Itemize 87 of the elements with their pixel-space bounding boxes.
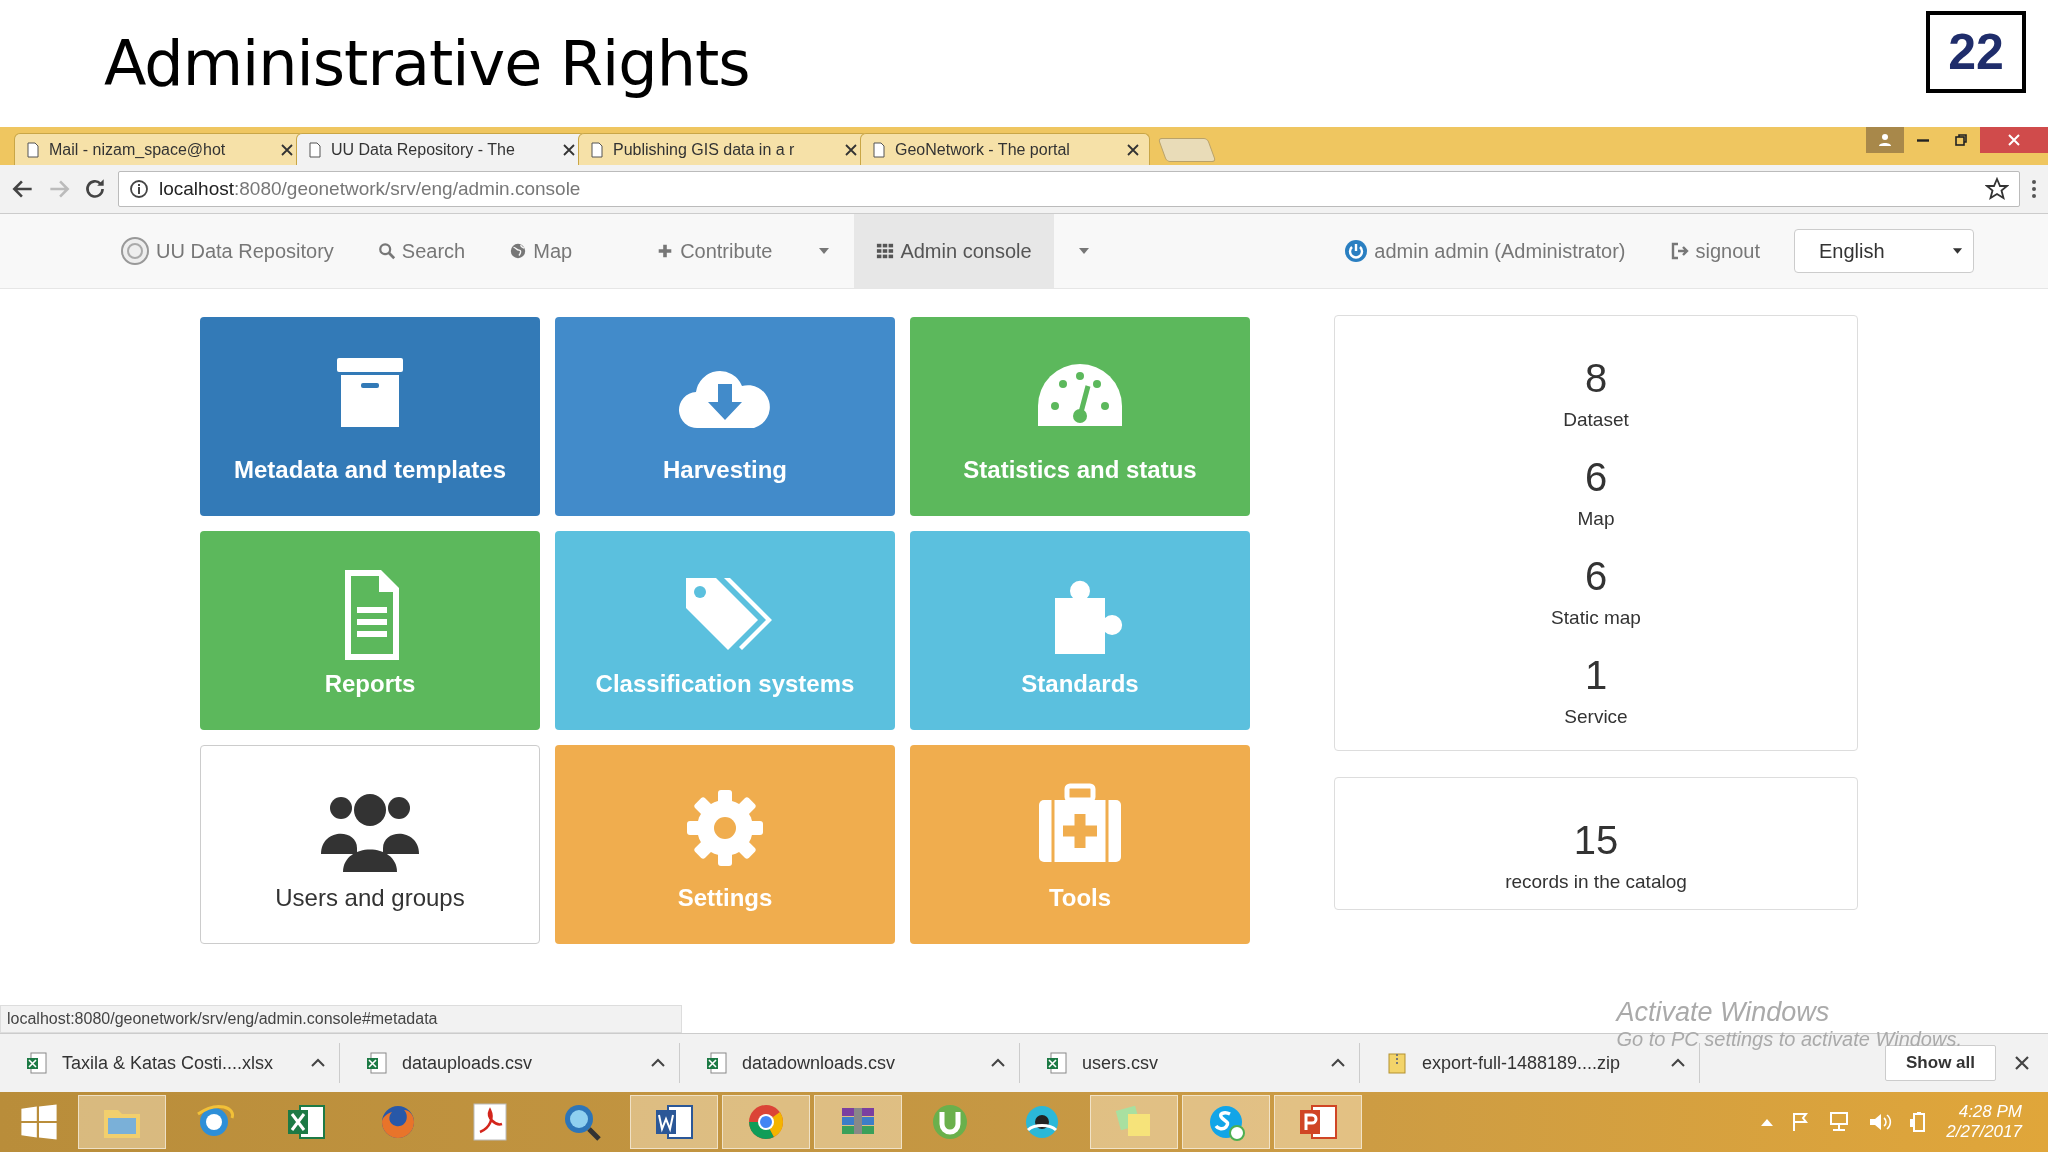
close-icon[interactable] xyxy=(563,143,575,156)
brand-link[interactable]: UU Data Repository xyxy=(98,214,356,288)
tab-title: UU Data Repository - The xyxy=(331,140,516,159)
stat-label: Map xyxy=(1577,508,1615,530)
star-icon[interactable] xyxy=(1985,177,2009,201)
address-field[interactable]: localhost:8080/geonetwork/srv/eng/admin.console xyxy=(118,171,2020,207)
stat-value: 6 xyxy=(1584,554,1608,599)
download-item[interactable]: datauploads.csv xyxy=(340,1043,680,1083)
caret-icon xyxy=(818,247,831,255)
slide-title: Administrative Rights xyxy=(104,27,750,100)
total-label: records in the catalog xyxy=(1505,871,1687,893)
taskbar-app[interactable] xyxy=(1274,1095,1362,1149)
chevron-up-icon[interactable] xyxy=(651,1058,665,1068)
admin-tile[interactable]: Reports xyxy=(200,531,540,730)
spreadsheet-icon xyxy=(26,1052,48,1074)
profile-button[interactable] xyxy=(1866,127,1904,153)
language-select[interactable]: English xyxy=(1794,229,1974,273)
nav-link[interactable]: Search xyxy=(355,214,488,288)
url-text: localhost:8080/geonetwork/srv/eng/admin.console xyxy=(159,178,581,200)
menu-icon[interactable] xyxy=(2030,177,2038,201)
file-name: Taxila & Katas Costi....xlsx xyxy=(62,1052,275,1074)
page-icon xyxy=(25,141,41,158)
admin-tile[interactable]: Harvesting xyxy=(555,317,895,516)
stat-value: 1 xyxy=(1584,653,1608,698)
admin-tile[interactable]: Statistics and status xyxy=(910,317,1250,516)
file-name: datauploads.csv xyxy=(402,1052,534,1074)
globe-icon xyxy=(509,242,528,260)
grid-icon xyxy=(876,242,895,260)
total-value: 15 xyxy=(1573,818,1619,863)
stat-value: 6 xyxy=(1584,455,1608,500)
chevron-up-icon[interactable] xyxy=(1671,1058,1685,1068)
stat-label: Dataset xyxy=(1563,409,1629,431)
logo-icon xyxy=(120,236,150,266)
person-icon xyxy=(1877,132,1893,148)
signout-link[interactable]: signout xyxy=(1647,214,1782,288)
tab-title: Mail - nizam_space@hot xyxy=(49,140,227,159)
tab-title: Publishing GIS data in a r xyxy=(613,140,796,159)
caret-icon xyxy=(1077,247,1090,255)
close-icon[interactable] xyxy=(845,143,857,156)
close-icon[interactable] xyxy=(281,143,293,156)
nav-link[interactable]: Admin console xyxy=(854,214,1054,288)
spreadsheet-icon xyxy=(1046,1052,1068,1074)
close-icon[interactable] xyxy=(1127,143,1139,156)
clock-date: 2/27/2017 xyxy=(1946,1122,2022,1142)
stat-label: Service xyxy=(1564,706,1628,728)
clock-time: 4:28 PM xyxy=(1958,1102,2022,1122)
file-name: export-full-1488189....zip xyxy=(1422,1052,1622,1074)
download-item[interactable]: Taxila & Katas Costi....xlsx xyxy=(0,1043,340,1083)
spreadsheet-icon xyxy=(706,1052,728,1074)
stat-label: Static map xyxy=(1551,607,1641,629)
taskbar-app[interactable] xyxy=(630,1095,718,1149)
status-url: localhost:8080/geonetwork/srv/eng/admin.console#metadata xyxy=(0,1005,682,1033)
signout-icon xyxy=(1669,241,1690,261)
browser-tab[interactable]: GeoNetwork - The portal xyxy=(860,133,1150,165)
activation-title: Activate Windows xyxy=(1616,997,1831,1028)
chevron-up-icon[interactable] xyxy=(311,1058,325,1068)
archive-icon xyxy=(1386,1052,1408,1074)
close-button[interactable] xyxy=(1980,127,2048,153)
chevron-up-icon[interactable] xyxy=(991,1058,1005,1068)
close-icon xyxy=(2007,133,2021,147)
file-name: datadownloads.csv xyxy=(742,1052,897,1074)
spreadsheet-icon xyxy=(366,1052,388,1074)
download-item[interactable]: datadownloads.csv xyxy=(680,1043,1020,1083)
file-name: users.csv xyxy=(1082,1052,1160,1074)
restore-icon xyxy=(1954,133,1968,147)
search-icon xyxy=(377,242,396,260)
tab-title: GeoNetwork - The portal xyxy=(895,140,1071,159)
stat-value: 8 xyxy=(1584,356,1608,401)
taskbar-app[interactable] xyxy=(722,1095,810,1149)
caret-icon xyxy=(1952,247,1963,255)
admin-tile[interactable]: Users and groups xyxy=(200,745,540,944)
close-icon[interactable] xyxy=(2014,1055,2030,1071)
minimize-icon xyxy=(1917,138,1929,142)
info-icon xyxy=(129,179,149,199)
chevron-up-icon[interactable] xyxy=(1331,1058,1345,1068)
nav-link[interactable]: Contribute xyxy=(634,214,795,288)
taskbar-app[interactable] xyxy=(814,1095,902,1149)
nav-link[interactable]: Map xyxy=(487,214,595,288)
download-item[interactable]: users.csv xyxy=(1020,1043,1360,1083)
page-icon xyxy=(589,141,605,158)
slide-number: 22 xyxy=(1926,10,2026,93)
page-icon xyxy=(871,141,887,158)
power-icon xyxy=(1344,239,1369,263)
page-icon xyxy=(307,141,323,158)
admin-tile[interactable]: Metadata and templates xyxy=(200,317,540,516)
user-link[interactable]: admin admin (Administrator) xyxy=(1322,214,1648,288)
show-all-button[interactable]: Show all xyxy=(1885,1045,1996,1081)
